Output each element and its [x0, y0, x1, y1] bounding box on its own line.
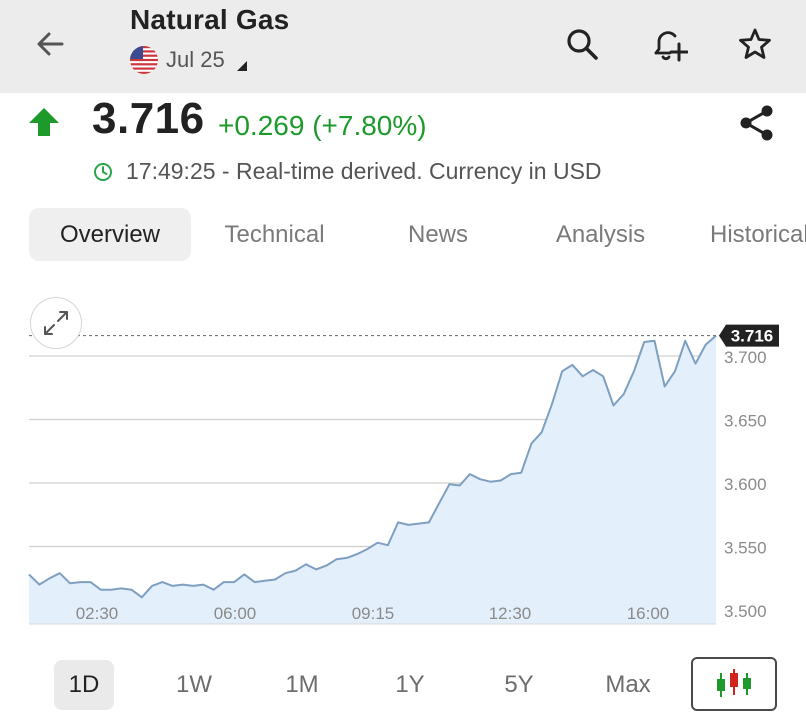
timeframe-1w[interactable]: 1W [164, 660, 224, 710]
back-button[interactable] [28, 24, 72, 64]
y-tick-label: 3.550 [724, 539, 767, 558]
search-button[interactable] [562, 24, 602, 64]
timeframe-max[interactable]: Max [598, 660, 658, 710]
x-tick-label: 06:00 [214, 604, 257, 623]
share-icon [740, 105, 773, 141]
section-tabs: Overview Technical News Analysis Histori… [29, 208, 806, 261]
series-area [29, 335, 716, 624]
timeframe-1m[interactable]: 1M [272, 660, 332, 710]
quote-time-row: 17:49:25 - Real-time derived. Currency i… [92, 158, 602, 185]
share-button[interactable] [735, 101, 779, 145]
tab-technical[interactable]: Technical [207, 208, 342, 261]
expand-chart-button[interactable] [30, 297, 82, 349]
price-change: +0.269 (+7.80%) [218, 110, 427, 141]
tab-historical[interactable]: Historical [699, 208, 806, 261]
price-chart[interactable]: 3.500 3.550 3.600 3.650 3.700 02:30 06:00 09:15… [0, 290, 806, 640]
timeframe-1d[interactable]: 1D [54, 660, 114, 710]
instrument-title: Natural Gas [130, 4, 290, 35]
x-tick-label: 09:15 [352, 604, 395, 623]
us-flag-icon [130, 46, 158, 74]
clock-icon [94, 162, 112, 181]
x-tick-label: 02:30 [76, 604, 119, 623]
timeframe-5y[interactable]: 5Y [489, 660, 549, 710]
back-arrow-icon [37, 32, 64, 56]
star-icon [739, 28, 771, 59]
search-icon [567, 29, 598, 60]
chart-type-button[interactable] [691, 657, 777, 711]
current-price-label: 3.716 [731, 327, 774, 346]
last-price: 3.716 [92, 94, 205, 143]
quote-time-note: 17:49:25 - Real-time derived. Currency i… [126, 158, 602, 184]
y-tick-label: 3.600 [724, 475, 767, 494]
tab-news[interactable]: News [384, 208, 492, 261]
add-alert-icon [654, 31, 688, 62]
contract-selector[interactable]: Jul 25 [130, 46, 247, 74]
timeframe-1y[interactable]: 1Y [380, 660, 440, 710]
y-tick-label: 3.700 [724, 348, 767, 367]
y-tick-label: 3.650 [724, 412, 767, 431]
candlestick-icon [717, 669, 751, 697]
price-up-arrow-icon [28, 107, 60, 142]
y-tick-label: 3.500 [724, 602, 767, 621]
x-tick-label: 12:30 [489, 604, 532, 623]
app-bar: Natural Gas Jul 25 [0, 0, 806, 93]
tab-analysis[interactable]: Analysis [539, 208, 662, 261]
watchlist-star-button[interactable] [735, 24, 775, 64]
x-tick-label: 16:00 [627, 604, 670, 623]
dropdown-triangle-icon [236, 61, 247, 71]
timeframe-selector: 1D 1W 1M 1Y 5Y Max [0, 656, 806, 712]
expand-icon [44, 311, 68, 335]
add-alert-button[interactable] [648, 24, 688, 64]
tab-overview[interactable]: Overview [29, 208, 191, 261]
contract-label: Jul 25 [166, 47, 225, 72]
